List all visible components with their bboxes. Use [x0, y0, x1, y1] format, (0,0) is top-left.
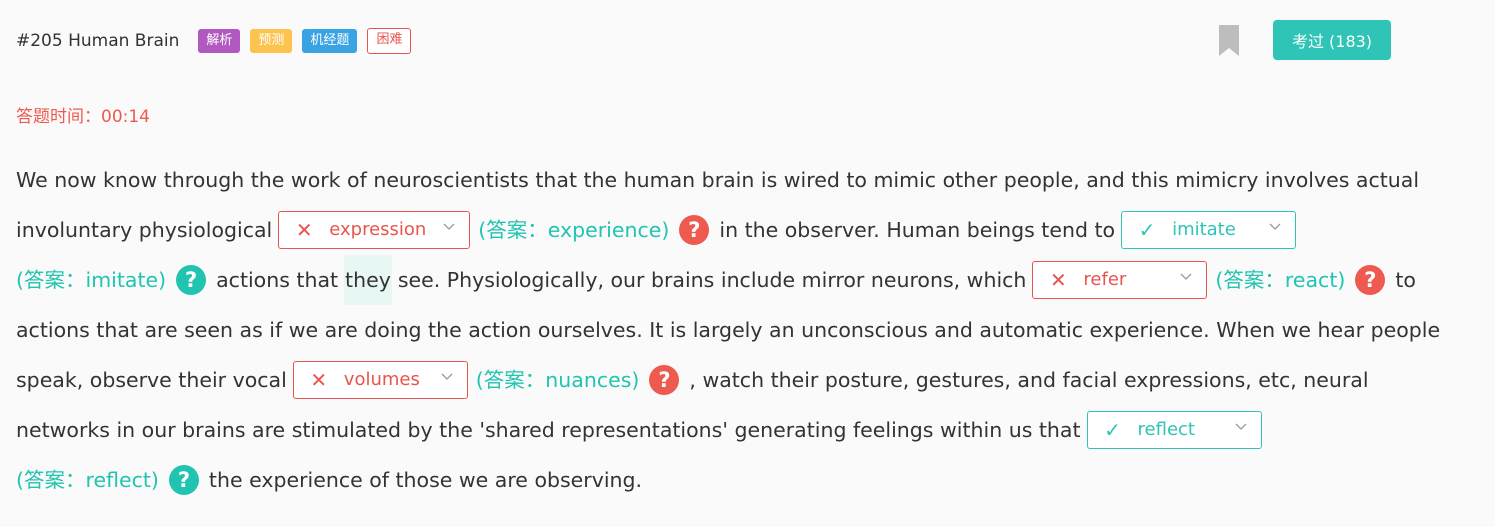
question-title: #205 Human Brain	[16, 31, 180, 51]
passage-text: speak, observe their vocal	[16, 368, 287, 392]
blank-select-5[interactable]: ✓ reflect	[1086, 411, 1262, 449]
correct-answer: (答案：reflect)	[16, 468, 159, 492]
help-icon[interactable]: ?	[176, 265, 207, 295]
check-icon: ✓	[1138, 218, 1156, 242]
correct-answer: (答案：experience)	[478, 218, 670, 242]
blank-select-1[interactable]: ✕ expression	[278, 211, 471, 249]
selected-choice: refer	[1083, 269, 1127, 290]
answer-timer: 答题时间：00:14	[16, 107, 150, 127]
passage-line: (答案：reflect) ? the experience of those w…	[16, 455, 1466, 505]
passage-text: actions that are seen as if we are doing…	[16, 318, 1441, 342]
passage-text: the experience of those we are observing…	[208, 468, 643, 492]
passage-text: actions that	[216, 268, 339, 292]
correct-answer: (答案：imitate)	[16, 268, 167, 292]
passage-text: in the observer. Human beings tend to	[719, 218, 1116, 242]
passage-text: We now know through the work of neurosci…	[16, 168, 1420, 192]
passage-line: speak, observe their vocal ✕ volumes (答案…	[16, 355, 1466, 405]
chevron-down-icon	[441, 373, 453, 380]
help-icon[interactable]: ?	[1355, 265, 1386, 295]
correct-answer: (答案：react)	[1215, 268, 1346, 292]
passage-text: to	[1395, 268, 1416, 292]
cross-icon: ✕	[310, 368, 328, 392]
passage-text: networks in our brains are stimulated by…	[16, 418, 1081, 442]
passage-line: actions that are seen as if we are doing…	[16, 305, 1466, 355]
passage-line: involuntary physiological ✕ expression (…	[16, 205, 1466, 255]
cross-icon: ✕	[295, 218, 313, 242]
selected-choice: imitate	[1172, 219, 1236, 240]
correct-answer: (答案：nuances)	[475, 368, 640, 392]
selected-choice: reflect	[1137, 419, 1195, 440]
bookmark-icon[interactable]	[1219, 25, 1239, 56]
passage-text: involuntary physiological	[16, 218, 273, 242]
check-icon: ✓	[1104, 418, 1121, 442]
question-header: #205 Human Brain 解析 预测 机经题 困难	[16, 27, 421, 55]
highlighted-word: they	[344, 255, 392, 305]
chevron-down-icon	[1235, 423, 1246, 430]
help-icon[interactable]: ?	[679, 215, 710, 245]
tag-prediction[interactable]: 预测	[250, 29, 293, 53]
passage-line: (答案：imitate) ? actions that they see. Ph…	[16, 255, 1466, 305]
passed-button[interactable]: 考过 (183)	[1273, 20, 1391, 60]
chevron-down-icon	[1269, 223, 1281, 230]
selected-choice: expression	[329, 219, 427, 240]
passage-text: see. Physiologically, our brains include…	[397, 268, 1027, 292]
help-icon[interactable]: ?	[168, 465, 199, 495]
cross-icon: ✕	[1050, 268, 1067, 292]
passage: We now know through the work of neurosci…	[16, 155, 1466, 505]
blank-select-3[interactable]: ✕ refer	[1032, 261, 1208, 299]
chevron-down-icon	[443, 223, 455, 230]
tag-difficulty: 困难	[367, 28, 412, 54]
selected-choice: volumes	[343, 369, 420, 390]
tag-analysis[interactable]: 解析	[198, 29, 241, 53]
blank-select-2[interactable]: ✓ imitate	[1121, 211, 1297, 249]
tag-machine-question[interactable]: 机经题	[302, 29, 358, 53]
chevron-down-icon	[1180, 273, 1192, 280]
help-icon[interactable]: ?	[649, 365, 680, 395]
passage-line: We now know through the work of neurosci…	[16, 155, 1466, 205]
passage-text: , watch their posture, gestures, and fac…	[689, 368, 1369, 392]
passage-line: networks in our brains are stimulated by…	[16, 405, 1466, 455]
blank-select-4[interactable]: ✕ volumes	[292, 361, 468, 399]
